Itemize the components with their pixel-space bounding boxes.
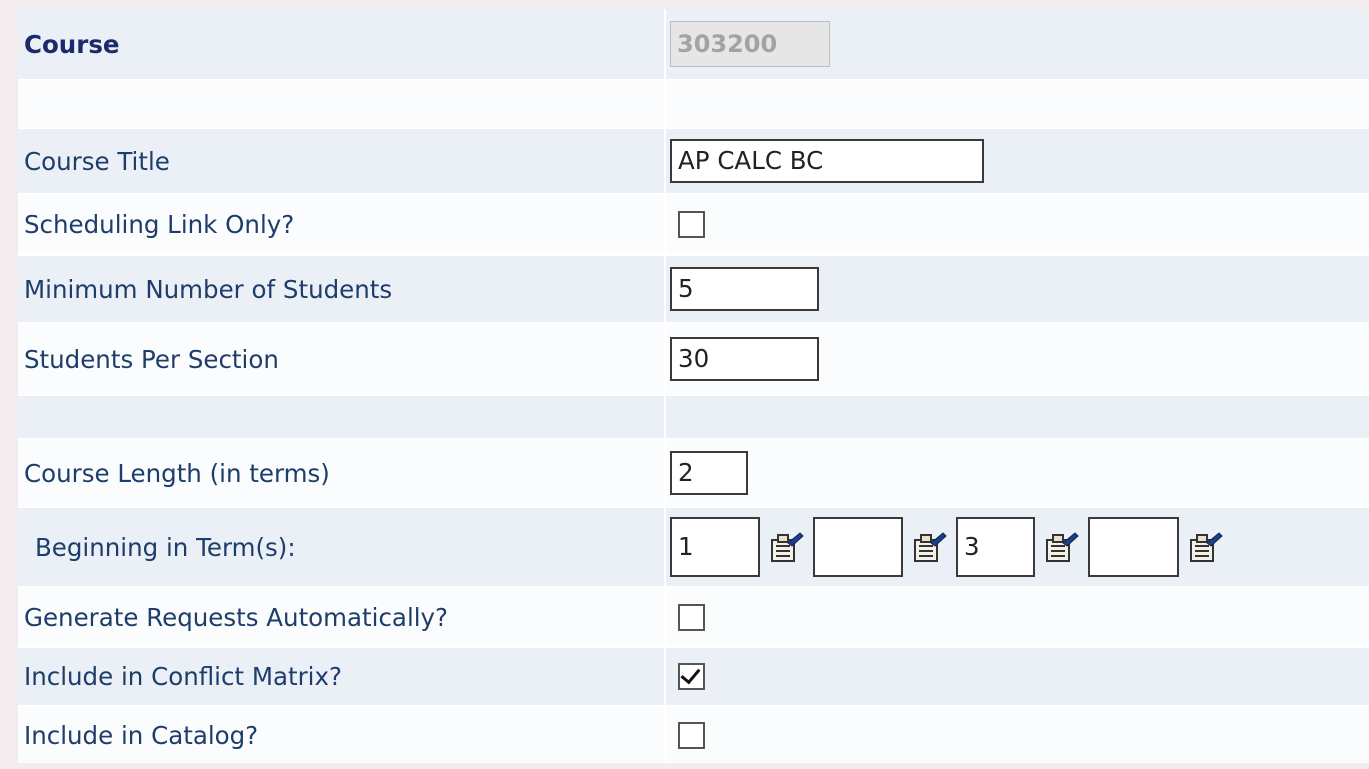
- generate-requests-checkbox[interactable]: [678, 603, 705, 631]
- term-picker-icon[interactable]: [913, 531, 947, 563]
- row-beginning-terms: Beginning in Term(s): 1 3: [18, 506, 1369, 586]
- course-length-input[interactable]: 2: [670, 451, 748, 495]
- term-input-1[interactable]: 1: [670, 517, 760, 577]
- min-students-label: Minimum Number of Students: [24, 274, 393, 304]
- conflict-matrix-checkbox[interactable]: [678, 663, 705, 690]
- row-generate-requests: Generate Requests Automatically?: [18, 586, 1369, 646]
- row-scheduling-link: Scheduling Link Only?: [18, 193, 1369, 254]
- include-catalog-label: Include in Catalog?: [24, 720, 259, 750]
- course-title-label: Course Title: [24, 146, 170, 176]
- course-title-input[interactable]: AP CALC BC: [670, 139, 984, 183]
- course-title-cell: AP CALC BC: [664, 129, 1369, 193]
- scheduling-link-label: Scheduling Link Only?: [24, 210, 295, 239]
- term-input-3[interactable]: 3: [956, 517, 1035, 577]
- course-label: Course: [24, 29, 120, 59]
- generate-requests-label: Generate Requests Automatically?: [24, 602, 449, 632]
- row-course-title: Course Title AP CALC BC: [18, 127, 1369, 193]
- generate-requests-cell: [664, 588, 1369, 646]
- checkmark-icon: [680, 663, 701, 685]
- min-students-input[interactable]: 5: [670, 267, 819, 311]
- row-spacer-1: [18, 79, 1369, 127]
- term-picker-icon[interactable]: [1045, 531, 1079, 563]
- include-catalog-cell: [664, 707, 1369, 763]
- row-course: Course 303200: [18, 9, 1369, 79]
- term-picker-icon[interactable]: [1189, 531, 1223, 563]
- spacer-value: [664, 396, 1369, 438]
- row-min-students: Minimum Number of Students 5: [18, 254, 1369, 322]
- course-form: Course 303200 Course Title AP CALC BC Sc…: [18, 9, 1369, 763]
- min-students-cell: 5: [664, 256, 1369, 322]
- row-conflict-matrix: Include in Conflict Matrix?: [18, 646, 1369, 705]
- page: Course 303200 Course Title AP CALC BC Sc…: [0, 0, 1369, 769]
- beginning-terms-cell: 1 3: [664, 508, 1369, 586]
- beginning-terms-label: Beginning in Term(s):: [35, 532, 296, 562]
- students-per-section-label: Students Per Section: [24, 344, 279, 374]
- students-per-section-input[interactable]: 30: [670, 337, 819, 381]
- students-per-section-cell: 30: [664, 324, 1369, 394]
- include-catalog-checkbox[interactable]: [678, 721, 705, 749]
- term-input-4[interactable]: [1088, 517, 1179, 577]
- course-value-cell: 303200: [664, 9, 1369, 79]
- conflict-matrix-cell: [664, 648, 1369, 705]
- conflict-matrix-label: Include in Conflict Matrix?: [24, 662, 342, 691]
- course-number-field: 303200: [670, 21, 830, 67]
- row-spacer-2: [18, 394, 1369, 438]
- scheduling-link-cell: [664, 195, 1369, 254]
- term-picker-icon[interactable]: [770, 531, 804, 563]
- row-course-length: Course Length (in terms) 2: [18, 438, 1369, 506]
- spacer-value: [664, 81, 1369, 127]
- course-length-label: Course Length (in terms): [24, 458, 330, 488]
- course-length-cell: 2: [664, 440, 1369, 506]
- term-input-2[interactable]: [813, 517, 903, 577]
- scheduling-link-checkbox[interactable]: [678, 211, 705, 238]
- row-students-per-section: Students Per Section 30: [18, 322, 1369, 394]
- row-include-catalog: Include in Catalog?: [18, 705, 1369, 763]
